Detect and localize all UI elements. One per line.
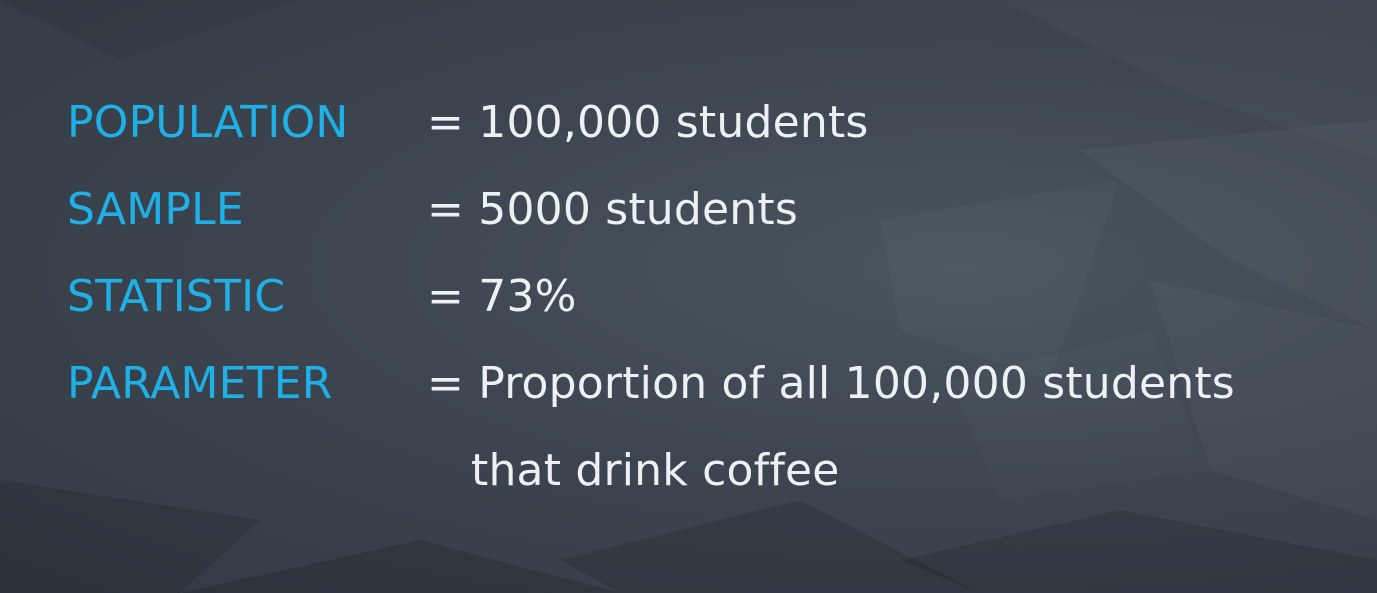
term-sample: SAMPLE: [67, 184, 244, 235]
slide: POPULATION = 100,000 students SAMPLE = 5…: [0, 0, 1377, 593]
value-parameter: = Proportion of all 100,000 students: [427, 358, 1235, 409]
value-population: = 100,000 students: [427, 97, 869, 148]
term-population: POPULATION: [67, 97, 349, 148]
value-sample: = 5000 students: [427, 184, 798, 235]
definition-row-parameter: PARAMETER = Proportion of all 100,000 st…: [67, 353, 1347, 440]
term-statistic: STATISTIC: [67, 271, 286, 322]
value-parameter-continued: that drink coffee: [471, 445, 840, 496]
definition-row-sample: SAMPLE = 5000 students: [67, 179, 1347, 266]
definition-row-population: POPULATION = 100,000 students: [67, 92, 1347, 179]
value-statistic: = 73%: [427, 271, 577, 322]
definition-row-parameter-continued: that drink coffee: [67, 440, 1347, 527]
definition-row-statistic: STATISTIC = 73%: [67, 266, 1347, 353]
term-parameter: PARAMETER: [67, 358, 333, 409]
definitions-list: POPULATION = 100,000 students SAMPLE = 5…: [67, 92, 1347, 527]
